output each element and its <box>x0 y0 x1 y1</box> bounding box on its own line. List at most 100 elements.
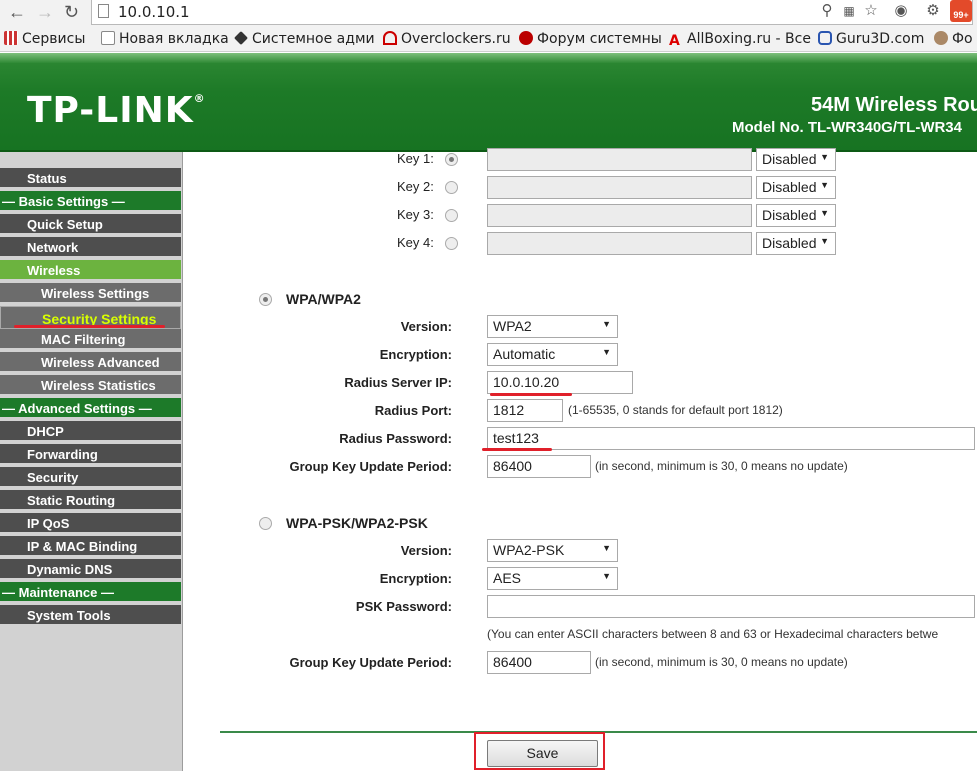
wpa-encryption-select[interactable]: Automatic ▼ <box>487 343 618 366</box>
wep-key-3-input[interactable] <box>487 204 752 227</box>
wep-key-4-radio[interactable] <box>445 237 458 250</box>
radius-password-underline <box>482 448 552 451</box>
sidebar-item-ip-mac-binding[interactable]: IP & MAC Binding <box>0 536 181 557</box>
radius-port-note: (1-65535, 0 stands for default port 1812… <box>568 403 783 417</box>
wep-key-3-type-select[interactable]: Disabled ▼ <box>756 204 836 227</box>
sidebar-item-wireless-advanced[interactable]: Wireless Advanced <box>0 352 181 373</box>
psk-password-input[interactable] <box>487 595 975 618</box>
notification-badge-icon[interactable]: 99+ <box>950 0 972 22</box>
sidebar: Status — Basic Settings — Quick Setup Ne… <box>0 152 183 771</box>
wep-key-1-type-select[interactable]: Disabled ▼ <box>756 148 836 171</box>
psk-group-key-input[interactable]: 86400 <box>487 651 591 674</box>
sidebar-item-ip-qos[interactable]: IP QoS <box>0 513 181 534</box>
wep-key-4-type-select[interactable]: Disabled ▼ <box>756 232 836 255</box>
bookmark-new-tab[interactable]: Новая вкладка <box>101 30 229 48</box>
psk-group-key-label: Group Key Update Period: <box>289 655 452 670</box>
wpa-group-key-note: (in second, minimum is 30, 0 means no up… <box>595 459 848 473</box>
bookmarks-bar: Сервисы Новая вкладка Системное адми Ove… <box>0 26 977 52</box>
wep-key-4-input[interactable] <box>487 232 752 255</box>
sidebar-item-wireless-statistics[interactable]: Wireless Statistics <box>0 375 181 396</box>
forum2-icon <box>934 31 948 45</box>
wep-key-1-input[interactable] <box>487 148 752 171</box>
wpa-version-label: Version: <box>400 319 452 334</box>
translate-icon[interactable]: ▦ <box>840 2 858 20</box>
apps-grid-icon <box>4 31 18 45</box>
puzzle-extension-icon[interactable]: ⚙ <box>924 2 942 20</box>
sidebar-item-wireless-settings[interactable]: Wireless Settings <box>0 283 181 304</box>
sidebar-item-static-routing[interactable]: Static Routing <box>0 490 181 511</box>
radius-password-input[interactable]: test123 <box>487 427 975 450</box>
bookmark-forum2[interactable]: Фо <box>934 30 973 48</box>
sidebar-item-dhcp[interactable]: DHCP <box>0 421 181 442</box>
wpa-section-title: WPA/WPA2 <box>286 291 361 307</box>
address-bar[interactable]: 10.0.10.1 ⚲ ▦ ☆ ◉ ⚙ 99+ <box>91 0 973 25</box>
url-text: 10.0.10.1 <box>118 3 190 21</box>
overclockers-icon <box>383 31 397 45</box>
psk-version-label: Version: <box>400 543 452 558</box>
forum-icon <box>519 31 533 45</box>
bookmark-sysadmin[interactable]: Системное адми <box>234 30 375 48</box>
psk-section-title: WPA-PSK/WPA2-PSK <box>286 515 428 531</box>
wpa-version-select[interactable]: WPA2 ▼ <box>487 315 618 338</box>
radius-server-ip-label: Radius Server IP: <box>344 375 452 390</box>
highlight-underline <box>14 325 165 328</box>
psk-encryption-select[interactable]: AES ▼ <box>487 567 618 590</box>
sidebar-section-advanced-settings[interactable]: — Advanced Settings — <box>0 398 181 419</box>
wep-key-2-type-select[interactable]: Disabled ▼ <box>756 176 836 199</box>
sidebar-item-network[interactable]: Network <box>0 237 181 258</box>
radius-port-label: Radius Port: <box>374 403 452 418</box>
radius-server-ip-input[interactable]: 10.0.10.20 <box>487 371 633 394</box>
tp-link-logo: TP-LINK® <box>27 90 206 131</box>
sidebar-item-security[interactable]: Security <box>0 467 181 488</box>
psk-password-note: (You can enter ASCII characters between … <box>487 627 939 641</box>
sidebar-section-basic-settings[interactable]: — Basic Settings — <box>0 191 181 212</box>
wep-key-3-label: Key 3: <box>397 207 434 222</box>
browser-toolbar: ← → ↻ 10.0.10.1 ⚲ ▦ ☆ ◉ ⚙ 99+ <box>0 0 977 26</box>
psk-password-label: PSK Password: <box>355 599 452 614</box>
bookmark-allboxing[interactable]: A AllBoxing.ru - Все <box>669 30 811 48</box>
guru3d-icon <box>818 31 832 45</box>
psk-group-key-note: (in second, minimum is 30, 0 means no up… <box>595 655 848 669</box>
bookmark-forum[interactable]: Форум системны <box>519 30 662 48</box>
wpa-group-key-input[interactable]: 86400 <box>487 455 591 478</box>
zoom-icon[interactable]: ⚲ <box>818 2 836 20</box>
wep-key-2-radio[interactable] <box>445 181 458 194</box>
save-button[interactable]: Save <box>487 740 598 767</box>
sidebar-item-status[interactable]: Status <box>0 168 181 189</box>
product-name: 54M Wireless Rou <box>811 94 977 116</box>
sidebar-item-system-tools[interactable]: System Tools <box>0 605 181 626</box>
sidebar-item-dynamic-dns[interactable]: Dynamic DNS <box>0 559 181 580</box>
page-icon <box>101 31 115 45</box>
wep-key-4-label: Key 4: <box>397 235 434 250</box>
back-arrow-icon[interactable]: ← <box>8 2 26 22</box>
wep-key-3-radio[interactable] <box>445 209 458 222</box>
film-extension-icon[interactable]: ◉ <box>892 2 910 20</box>
radius-port-input[interactable]: 1812 <box>487 399 563 422</box>
wep-key-1-label: Key 1: <box>397 151 434 166</box>
sidebar-section-maintenance[interactable]: — Maintenance — <box>0 582 181 603</box>
radius-password-label: Radius Password: <box>339 431 452 446</box>
wep-key-2-label: Key 2: <box>397 179 434 194</box>
bookmark-overclockers[interactable]: Overclockers.ru <box>383 30 511 48</box>
psk-radio[interactable] <box>259 517 272 530</box>
sidebar-item-mac-filtering[interactable]: MAC Filtering <box>0 329 181 350</box>
wpa-encryption-label: Encryption: <box>379 347 452 362</box>
banner-stripe <box>0 53 977 63</box>
wep-key-1-radio[interactable] <box>445 153 458 166</box>
allboxing-icon: A <box>669 33 680 49</box>
psk-version-select[interactable]: WPA2-PSK ▼ <box>487 539 618 562</box>
sidebar-item-wireless[interactable]: Wireless <box>0 260 181 281</box>
radius-ip-underline <box>490 393 572 396</box>
wpa-group-key-label: Group Key Update Period: <box>289 459 452 474</box>
bookmark-guru3d[interactable]: Guru3D.com <box>818 30 924 48</box>
model-number: Model No. TL-WR340G/TL-WR34 <box>732 119 962 136</box>
reload-icon[interactable]: ↻ <box>64 2 79 22</box>
wep-key-2-input[interactable] <box>487 176 752 199</box>
psk-encryption-label: Encryption: <box>379 571 452 586</box>
bookmark-services[interactable]: Сервисы <box>4 30 85 48</box>
bookmark-star-icon[interactable]: ☆ <box>862 2 880 20</box>
sidebar-item-forwarding[interactable]: Forwarding <box>0 444 181 465</box>
wpa-radio[interactable] <box>259 293 272 306</box>
forward-arrow-icon[interactable]: → <box>36 2 54 22</box>
sidebar-item-quick-setup[interactable]: Quick Setup <box>0 214 181 235</box>
